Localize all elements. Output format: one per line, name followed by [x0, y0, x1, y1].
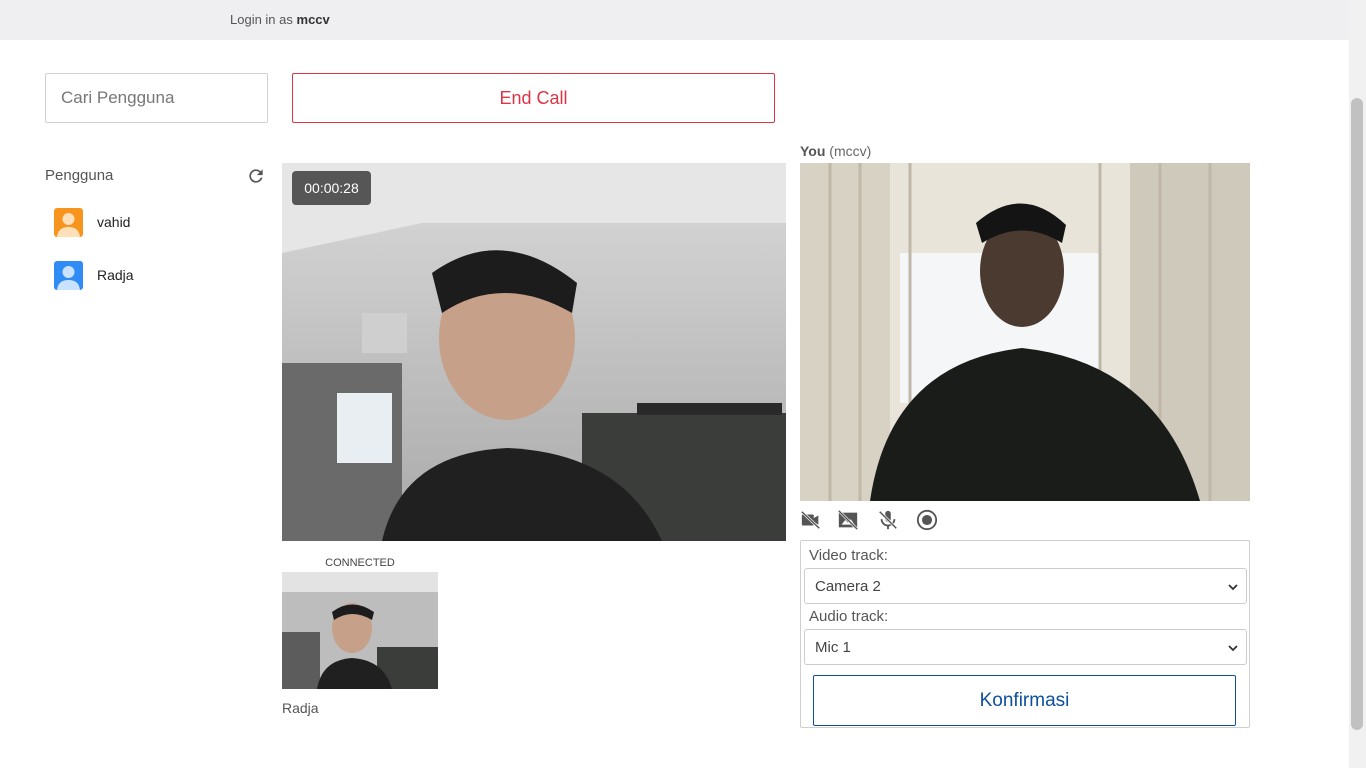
local-video-label: You (mccv): [800, 143, 871, 159]
top-bar: Login in as mccv: [0, 0, 1349, 40]
chevron-down-icon: [1228, 645, 1238, 652]
login-username: mccv: [296, 12, 330, 27]
local-video: [800, 163, 1250, 501]
chevron-down-icon: [1228, 584, 1238, 591]
video-track-select[interactable]: Camera 2: [804, 568, 1247, 604]
user-name: vahid: [97, 214, 131, 230]
record-icon[interactable]: [916, 509, 938, 531]
login-prefix: Login in as: [230, 12, 293, 27]
thumbnail-frame: [282, 572, 438, 689]
search-user-input[interactable]: [45, 73, 268, 123]
mic-off-icon[interactable]: [877, 509, 899, 531]
user-avatar-icon: [54, 260, 83, 290]
user-avatar-icon: [54, 207, 83, 237]
video-track-value: Camera 2: [815, 578, 881, 595]
remote-video-frame: [282, 163, 786, 541]
scrollbar-thumb[interactable]: [1351, 98, 1363, 730]
image-off-icon[interactable]: [837, 509, 859, 531]
local-video-frame: [800, 163, 1250, 501]
remote-video: [282, 163, 786, 541]
audio-track-select[interactable]: Mic 1: [804, 629, 1247, 665]
media-settings-panel: Video track: Camera 2 Audio track: Mic 1…: [800, 540, 1250, 728]
you-username: (mccv): [829, 143, 872, 159]
video-track-label: Video track:: [809, 547, 888, 564]
call-timer: 00:00:28: [292, 171, 371, 205]
user-item-radja[interactable]: Radja: [54, 260, 134, 290]
participant-name: Radja: [282, 700, 319, 716]
user-name: Radja: [97, 267, 134, 283]
refresh-icon[interactable]: [246, 166, 266, 186]
user-item-vahid[interactable]: vahid: [54, 207, 130, 237]
audio-track-value: Mic 1: [815, 639, 851, 656]
confirm-button[interactable]: Konfirmasi: [813, 675, 1236, 726]
connection-status: CONNECTED: [325, 557, 395, 569]
page-scrollbar[interactable]: [1349, 0, 1366, 768]
login-status: Login in as mccv: [230, 12, 330, 27]
you-label: You: [800, 143, 826, 159]
participant-thumbnail[interactable]: [282, 572, 438, 689]
video-off-icon[interactable]: [800, 509, 822, 531]
users-title: Pengguna: [45, 167, 114, 184]
audio-track-label: Audio track:: [809, 608, 889, 625]
end-call-button[interactable]: End Call: [292, 73, 775, 123]
